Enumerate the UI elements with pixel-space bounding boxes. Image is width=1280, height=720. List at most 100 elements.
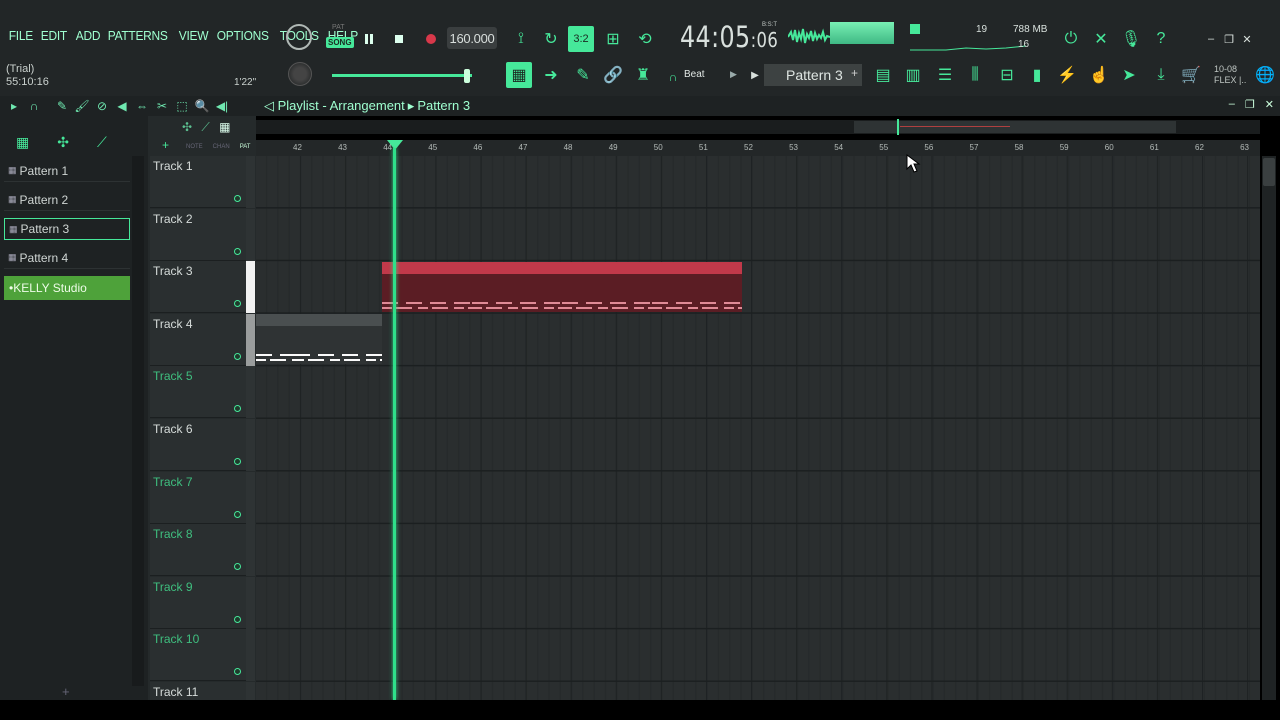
track-header[interactable]: Track 9 <box>150 576 246 629</box>
track-name[interactable]: Track 4 <box>153 317 193 331</box>
menu-add[interactable]: ADD <box>73 28 103 43</box>
pat-mode-label[interactable]: PAT <box>332 24 345 31</box>
clip-track4-2[interactable]: ▦ Pattern 4 <box>294 314 382 364</box>
track-resize-handle[interactable] <box>246 156 255 208</box>
track-mute-led-icon[interactable] <box>234 195 241 202</box>
track-header[interactable]: Track 8 <box>150 524 246 577</box>
clip-track3-4[interactable]: ▦ Pattern 3 <box>652 262 742 312</box>
news-panel[interactable]: 10-08 FLEX |.. <box>1214 64 1246 86</box>
vertical-scrollbar[interactable] <box>1262 156 1276 700</box>
slice-tool-icon[interactable]: ✂ <box>154 98 170 114</box>
picker-audio-clip[interactable]: • KELLY Studio <box>4 276 130 300</box>
track-resize-handle[interactable] <box>246 576 255 629</box>
menu-file[interactable]: FILE <box>6 28 36 43</box>
playlist-breadcrumb[interactable]: ◁ Playlist - Arrangement ▸ Pattern 3 <box>264 98 470 114</box>
picker-add-icon[interactable]: + <box>62 684 70 699</box>
picker-pattern-1[interactable]: ▦ Pattern 1 <box>4 160 130 182</box>
clip-track3-3[interactable]: ▦ Pattern 3 <box>562 262 652 312</box>
countdown-button[interactable]: 3:2 <box>568 26 594 52</box>
track-name[interactable]: Track 8 <box>153 527 193 541</box>
snap-dropdown-icon[interactable]: ▶ <box>730 69 737 80</box>
plugin-picker-button[interactable]: ⚡ <box>1054 62 1080 88</box>
song-mode-button[interactable]: SONG <box>326 37 354 48</box>
playlist-button[interactable]: ▤ <box>870 62 896 88</box>
snap-select[interactable]: Beat <box>684 69 705 80</box>
add-track-icon[interactable]: + <box>162 138 169 152</box>
track-header[interactable]: Track 4 <box>150 313 246 366</box>
wait-input-button[interactable]: ↻ <box>538 26 564 52</box>
track-header[interactable]: Track 3 <box>150 261 246 314</box>
select-tool-icon[interactable]: ⬚ <box>174 98 190 114</box>
timeline-ruler[interactable]: 42 43 44 45 46 47 48 49 50 51 52 53 54 55 56 57 58 59 60 61… <box>256 140 1260 156</box>
menu-edit[interactable]: EDIT <box>38 28 70 43</box>
piano-roll-button[interactable]: ▥ <box>900 62 926 88</box>
download-button[interactable]: ⤓ <box>1148 62 1174 88</box>
shop-button[interactable]: 🛒 <box>1178 62 1204 88</box>
audio-view-icon[interactable]: ✣ <box>57 134 69 151</box>
metronome-button[interactable]: ⟟ <box>508 26 534 52</box>
track-header[interactable]: Track 6 <box>150 419 246 471</box>
picker-pattern-2[interactable]: ▦ Pattern 2 <box>4 189 130 211</box>
menu-options[interactable]: OPTIONS <box>214 28 271 43</box>
globe-button[interactable]: 🌐 <box>1252 62 1278 88</box>
microphone-button[interactable]: 🎙 <box>1118 26 1144 52</box>
track-header[interactable]: Track 10 <box>150 629 246 682</box>
playhead[interactable] <box>393 148 396 700</box>
snap-magnet-button[interactable]: ∩ <box>660 64 686 90</box>
track-resize-handle[interactable] <box>246 419 255 471</box>
tempo-display[interactable]: 160.000 <box>447 27 497 49</box>
track-mute-led-icon[interactable] <box>234 563 241 571</box>
track-name[interactable]: Track 6 <box>153 422 193 436</box>
track-resize-handle[interactable] <box>246 208 255 261</box>
loop-record-button[interactable]: ⟲ <box>632 26 658 52</box>
track-resize-handle[interactable] <box>246 629 255 682</box>
stamp-button[interactable]: ♜ <box>630 62 656 88</box>
track-resize-handle[interactable] <box>246 471 255 524</box>
typing-keyboard-button[interactable]: ▦ <box>506 62 532 88</box>
blend-notes-button[interactable]: ⊞ <box>600 26 626 52</box>
note-view-icon[interactable]: ✣ <box>182 120 192 134</box>
zoom-tool-icon[interactable]: 🔍 <box>194 98 210 114</box>
step-edit-button[interactable]: ➜ <box>538 62 564 88</box>
track-header[interactable]: Track 5 <box>150 366 246 419</box>
pause-button[interactable] <box>356 26 382 52</box>
track-name[interactable]: Track 9 <box>153 580 193 594</box>
draw-pencil-icon[interactable]: ✎ <box>54 98 70 114</box>
add-pattern-icon[interactable]: + <box>851 66 858 80</box>
clip-track3-2[interactable]: ▦ Pattern 3 <box>472 262 562 312</box>
track-mute-led-icon[interactable] <box>234 458 241 465</box>
master-volume-slider[interactable] <box>332 74 472 77</box>
draw-tool-button[interactable]: ✎ <box>570 62 596 88</box>
master-volume-knob[interactable] <box>286 24 312 50</box>
track-header[interactable]: Track 1 <box>150 156 246 208</box>
track-mute-led-icon[interactable] <box>234 668 241 676</box>
snap-magnet-icon[interactable]: ∩ <box>26 98 42 114</box>
picker-pattern-4[interactable]: ▦ Pattern 4 <box>4 247 130 269</box>
arrangement-grid[interactable] <box>256 156 1260 700</box>
track-header[interactable]: Track 2 <box>150 208 246 261</box>
track-mute-led-icon[interactable] <box>234 405 241 413</box>
track-mute-led-icon[interactable] <box>234 300 241 308</box>
track-resize-handle[interactable] <box>246 261 255 314</box>
playlist-maximize-icon[interactable]: ❐ <box>1245 98 1255 111</box>
playback-tool-icon[interactable]: ◀| <box>214 98 230 114</box>
chan-view-icon[interactable]: ⟋ <box>201 120 209 134</box>
mute-tool-icon[interactable]: ◀ <box>114 98 130 114</box>
master-volume-handle[interactable] <box>464 69 470 83</box>
track-resize-handle[interactable] <box>246 313 255 366</box>
picker-scrollbar[interactable] <box>132 156 144 686</box>
track-name[interactable]: Track 5 <box>153 369 193 383</box>
close-plugins-button[interactable]: ✕ <box>1088 26 1114 52</box>
patterns-view-icon[interactable]: ▦ <box>16 134 29 151</box>
vertical-scroll-thumb[interactable] <box>1263 158 1275 186</box>
channel-rack-button[interactable]: ☰ <box>932 62 958 88</box>
automation-view-icon[interactable]: ⟋ <box>97 134 107 151</box>
record-button[interactable] <box>418 26 444 52</box>
master-pitch-knob[interactable] <box>288 62 312 86</box>
browser-button[interactable]: ⊟ <box>994 62 1020 88</box>
project-button[interactable]: ▮ <box>1024 62 1050 88</box>
menu-patterns[interactable]: PATTERNS <box>105 28 170 43</box>
stop-button[interactable] <box>386 26 412 52</box>
link-button[interactable]: 🔗 <box>600 62 626 88</box>
track-mute-led-icon[interactable] <box>234 247 241 255</box>
